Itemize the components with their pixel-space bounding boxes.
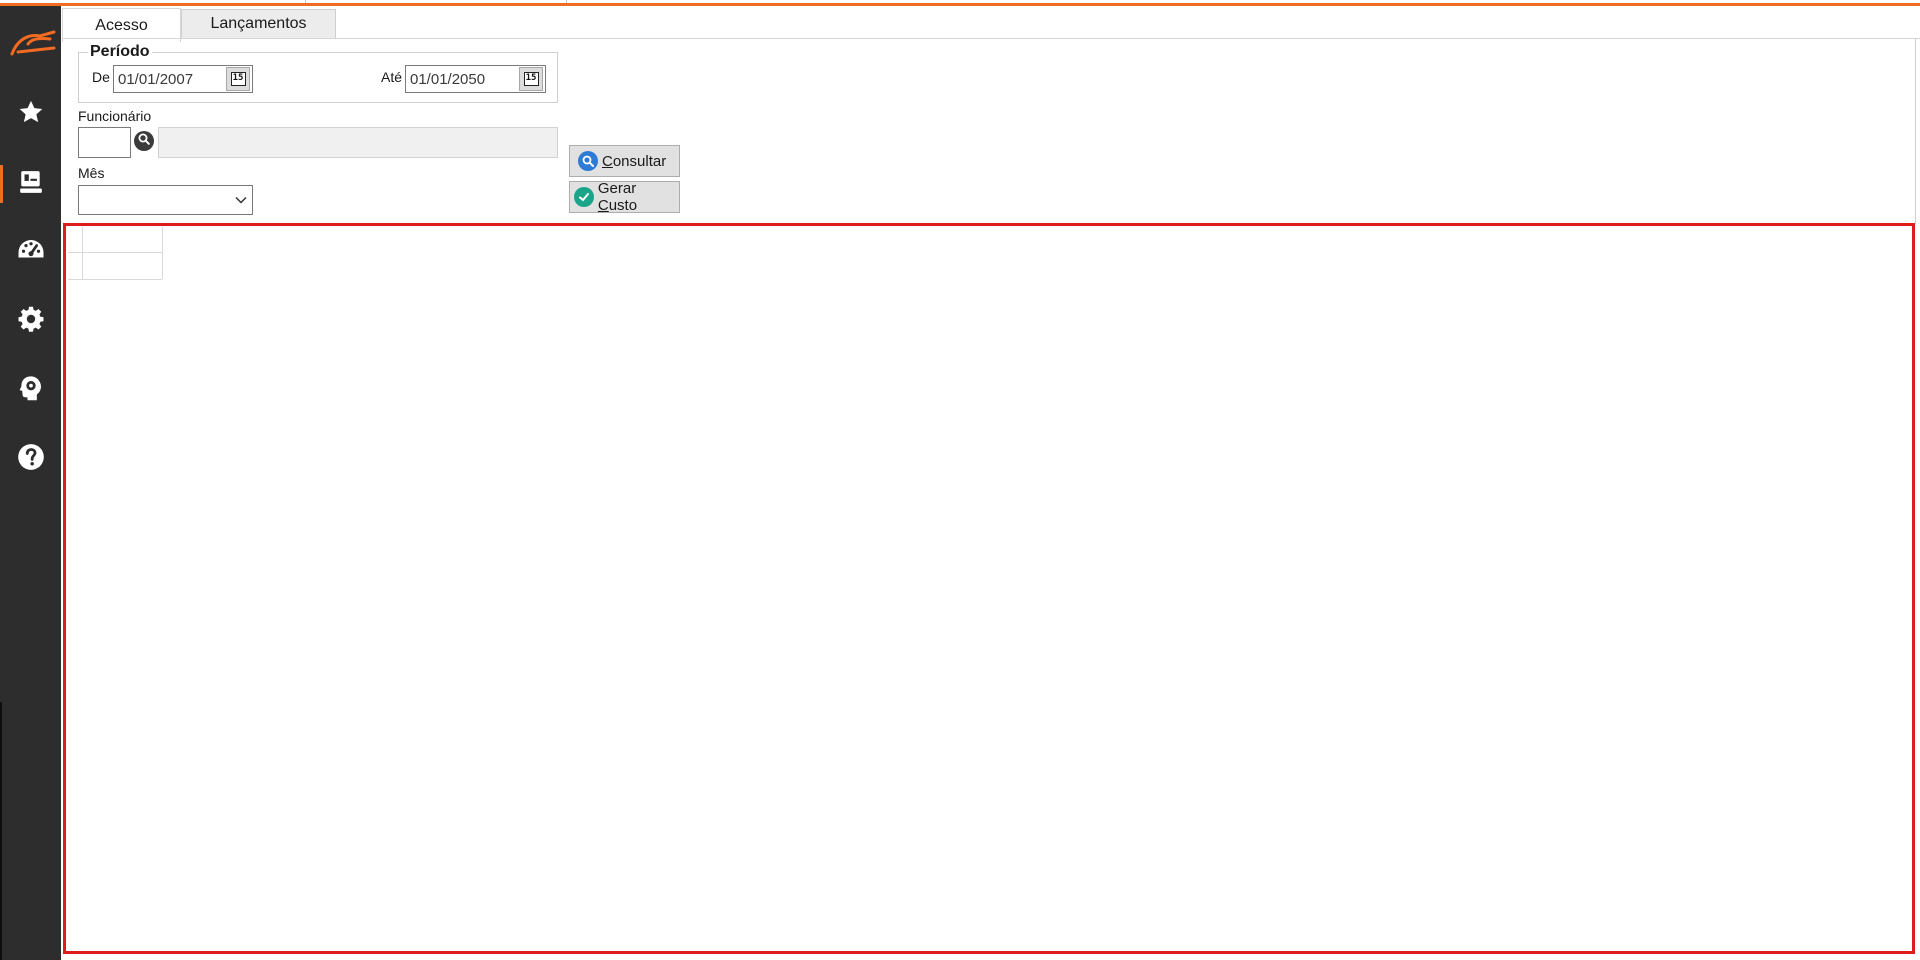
sidebar-item-records[interactable] <box>0 160 61 208</box>
head-gear-icon <box>17 374 45 406</box>
sidebar-item-dashboard[interactable] <box>0 228 61 276</box>
calendar-icon: 15 <box>230 72 246 86</box>
date-from-value: 01/01/2007 <box>118 70 194 88</box>
funcionario-label: Funcionário <box>78 108 152 124</box>
search-icon <box>137 132 151 150</box>
speedometer-icon <box>16 237 46 267</box>
consultar-button[interactable]: Consultar <box>569 145 680 177</box>
sidebar <box>0 6 61 960</box>
tab-acesso[interactable]: Acesso <box>62 8 181 42</box>
date-to-value: 01/01/2050 <box>410 70 486 88</box>
check-circle-icon <box>574 187 594 207</box>
sidebar-edge <box>0 702 2 960</box>
help-icon <box>17 443 45 475</box>
funcionario-lookup-button[interactable] <box>134 131 154 151</box>
de-label: De <box>92 69 110 85</box>
panel-right-border <box>1915 38 1916 224</box>
tab-lancamentos-label: Lançamentos <box>210 15 307 32</box>
gear-icon <box>17 305 45 337</box>
results-grid[interactable] <box>63 223 1915 954</box>
periodo-title: Período <box>88 43 152 61</box>
sidebar-item-help[interactable] <box>0 435 61 483</box>
consultar-label: Consultar <box>602 152 667 170</box>
sidebar-item-support[interactable] <box>0 366 61 414</box>
date-to-calendar-button[interactable]: 15 <box>519 67 543 91</box>
gerar-custo-button[interactable]: Gerar Custo <box>569 180 680 214</box>
gerar-custo-label: Gerar Custo <box>597 180 638 214</box>
star-icon <box>17 98 45 130</box>
tab-lancamentos[interactable]: Lançamentos <box>181 9 336 39</box>
date-from-field[interactable]: 01/01/2007 15 <box>113 65 253 93</box>
ate-label: Até <box>381 69 403 85</box>
funcionario-code-input[interactable] <box>78 127 131 158</box>
date-from-calendar-button[interactable]: 15 <box>226 67 250 91</box>
date-to-field[interactable]: 01/01/2050 15 <box>405 65 546 93</box>
tab-acesso-label: Acesso <box>95 16 148 34</box>
search-icon <box>578 151 598 171</box>
sidebar-item-settings[interactable] <box>0 297 61 345</box>
app-logo[interactable] <box>8 26 56 58</box>
sidebar-item-favorites[interactable] <box>0 90 61 138</box>
funcionario-name-field <box>158 127 558 158</box>
calendar-icon: 15 <box>523 72 539 86</box>
register-icon <box>18 169 44 199</box>
tab-bar: Acesso Lançamentos <box>62 6 1920 42</box>
mes-select[interactable] <box>78 185 253 215</box>
mes-label: Mês <box>78 165 105 181</box>
chevron-down-icon <box>234 192 248 209</box>
tab-underline <box>62 38 1920 39</box>
